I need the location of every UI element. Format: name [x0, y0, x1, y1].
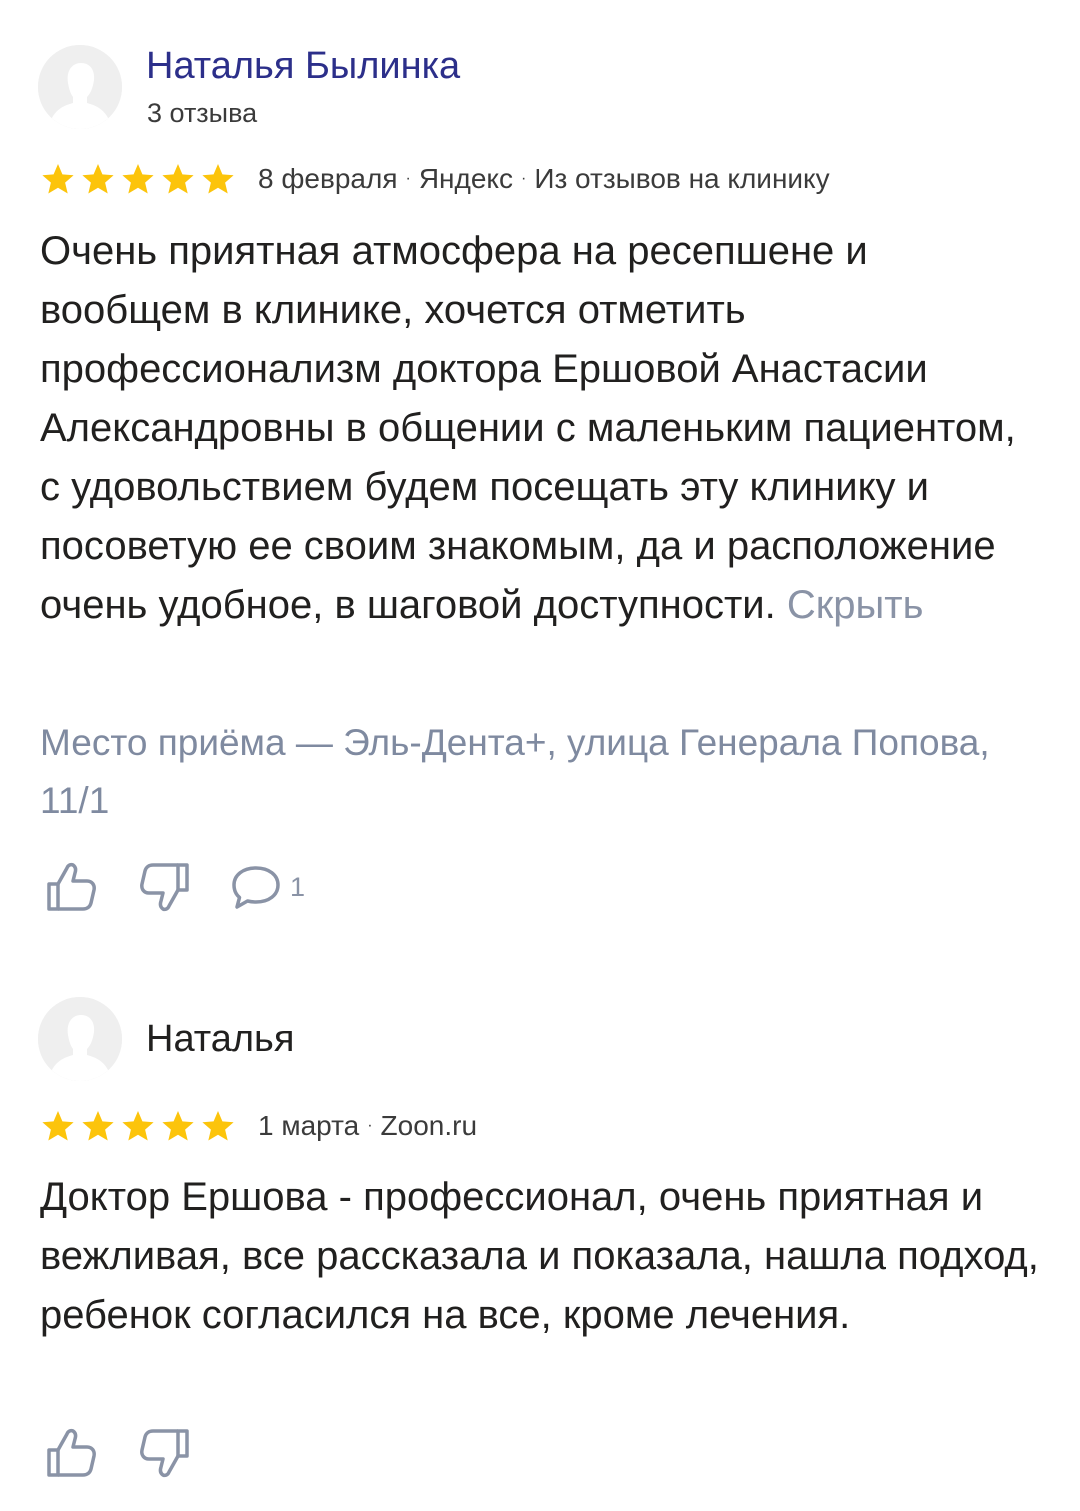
thumbs-up-icon: [47, 862, 96, 911]
avatar-icon[interactable]: [38, 45, 122, 129]
like-button[interactable]: [44, 1426, 100, 1480]
star-icon: [82, 164, 114, 194]
review-source: Zoon.ru: [380, 1110, 478, 1141]
star-icon: [202, 164, 234, 194]
review-text: Доктор Ершова - профессионал, очень прия…: [40, 1175, 1039, 1337]
dislike-button[interactable]: [136, 1426, 192, 1480]
meta-separator: ·: [367, 1117, 373, 1134]
star-icon: [82, 1111, 114, 1141]
like-button[interactable]: [44, 860, 100, 914]
thumbs-down-icon: [140, 863, 189, 912]
comments-count: 1: [290, 871, 306, 902]
thumbs-up-icon: [47, 1428, 96, 1477]
appointment-place[interactable]: Место приёма — Эль-Дента+, улица Генерал…: [40, 714, 1040, 830]
rating-stars: [38, 1106, 238, 1146]
review-text-content: Очень приятная атмосфера на ресепшене и …: [40, 229, 1016, 627]
review-meta: 1 марта · Zoon.ru: [38, 1106, 477, 1146]
review-text: Очень приятная атмосфера на ресепшене и …: [40, 222, 1040, 635]
avatar-icon[interactable]: [38, 997, 122, 1081]
star-icon: [122, 164, 154, 194]
comments-button[interactable]: 1: [228, 860, 305, 914]
meta-separator: ·: [405, 170, 411, 187]
hide-review-link[interactable]: Скрыть: [787, 583, 924, 627]
author-review-count: 3 отзыва: [147, 98, 258, 128]
star-icon: [42, 1111, 74, 1141]
review-date: 8 февраля: [258, 163, 398, 194]
review-source: Яндекс: [418, 163, 513, 194]
author-name: Наталья: [146, 1018, 295, 1060]
star-icon: [122, 1111, 154, 1141]
review-actions: 1: [44, 859, 341, 915]
review-date: 1 марта: [258, 1110, 360, 1141]
star-icon: [202, 1111, 234, 1141]
comment-icon: [232, 866, 280, 909]
review-origin: Из отзывов на клинику: [534, 163, 830, 194]
review-actions: [44, 1425, 228, 1481]
star-icon: [42, 164, 74, 194]
meta-separator: ·: [520, 170, 527, 187]
thumbs-down-icon: [140, 1429, 189, 1478]
star-icon: [162, 1111, 194, 1141]
review-meta: 8 февраля · Яндекс · Из отзывов на клини…: [38, 159, 830, 199]
rating-stars: [38, 159, 238, 199]
author-name[interactable]: Наталья Былинка: [146, 44, 460, 88]
star-icon: [162, 164, 194, 194]
dislike-button[interactable]: [136, 860, 192, 914]
